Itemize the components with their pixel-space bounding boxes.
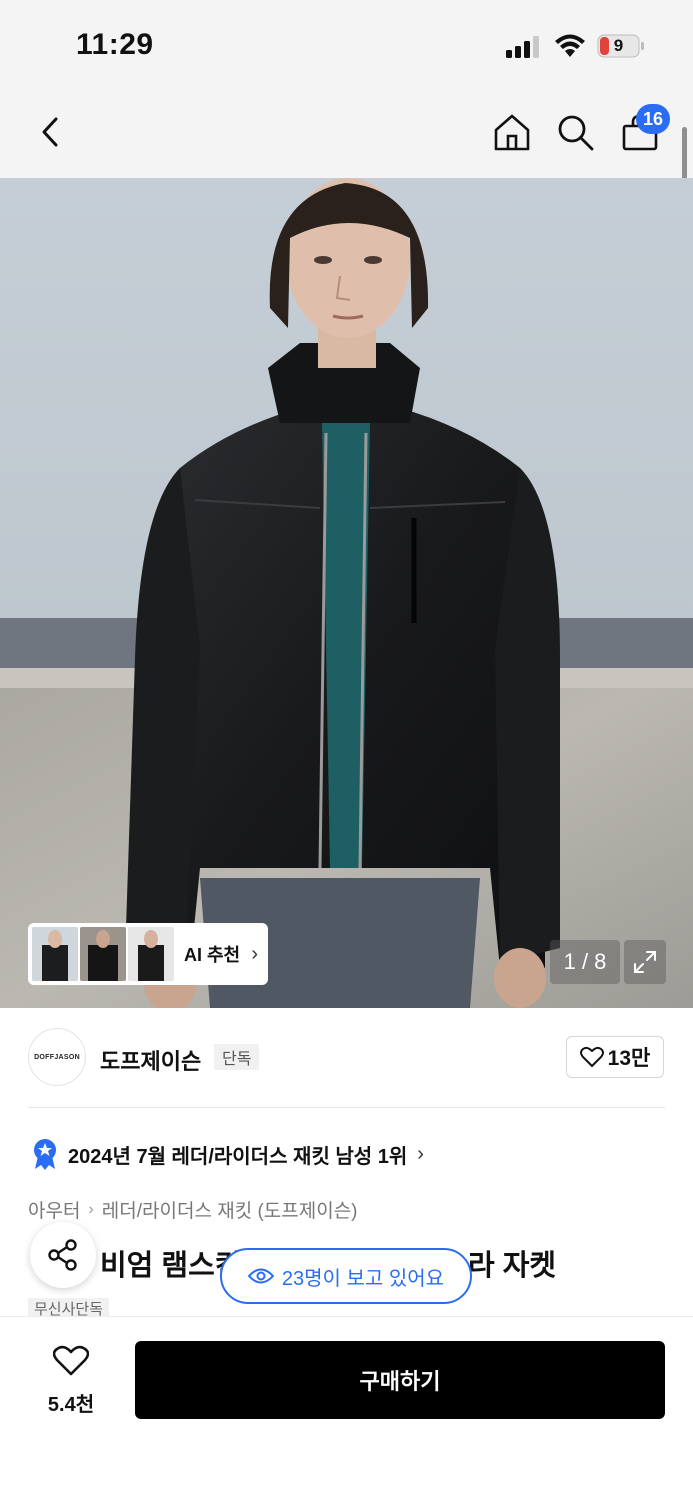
signal-icon	[506, 36, 539, 58]
product-image-gallery[interactable]	[0, 178, 693, 1008]
share-icon	[48, 1239, 77, 1271]
bottom-action-bar: 5.4천 구매하기	[0, 1316, 693, 1500]
heart-icon	[579, 1046, 604, 1067]
image-page-indicator: 1 / 8	[550, 940, 620, 984]
live-viewers-text: 23명이 보고 있어요	[281, 1267, 445, 1290]
battery-icon: 9	[597, 34, 645, 58]
buy-button[interactable]: 구매하기	[135, 1341, 665, 1419]
wishlist-button[interactable]: 5.4천	[36, 1345, 106, 1417]
ranking-badge-icon	[34, 1139, 56, 1170]
ai-recommendation-label: AI 추천	[184, 945, 241, 965]
brand-like-button[interactable]: 13만	[566, 1036, 664, 1078]
product-title-right: 라 자켓	[468, 1250, 557, 1282]
ranking-link[interactable]: 2024년 7월 레더/라이더스 재킷 남성 1위 ›	[32, 1137, 424, 1171]
chevron-left-icon	[42, 117, 58, 147]
ai-thumbnail	[80, 927, 126, 981]
home-icon	[494, 114, 530, 151]
breadcrumb-item[interactable]: 아우터	[28, 1196, 80, 1223]
brand-exclusive-tag: 단독	[214, 1044, 260, 1070]
ai-thumbnail	[32, 927, 78, 981]
chevron-right-icon: ›	[251, 943, 258, 965]
nav-bar	[0, 90, 693, 178]
ai-thumbnail	[128, 927, 174, 981]
home-button[interactable]	[490, 110, 534, 154]
eye-icon	[247, 1268, 274, 1284]
expand-icon	[634, 951, 656, 973]
status-bar: 11:29 9	[0, 0, 693, 90]
wishlist-count: 5.4천	[47, 1394, 95, 1416]
cart-count-badge: 16	[636, 104, 670, 134]
search-button[interactable]	[553, 110, 597, 154]
search-icon	[558, 115, 594, 151]
heart-icon	[52, 1345, 90, 1376]
status-time: 11:29	[76, 28, 154, 61]
product-photo	[0, 178, 693, 1008]
brand-name[interactable]: 도프제이슨	[100, 1044, 201, 1076]
chevron-right-icon: ›	[417, 1142, 424, 1165]
back-button[interactable]	[28, 110, 72, 154]
brand-row: DOFFJASON 도프제이슨 단독 13만	[0, 1008, 693, 1108]
share-button[interactable]	[30, 1222, 96, 1288]
breadcrumb: 아우터 › 레더/라이더스 재킷 (도프제이슨)	[28, 1196, 358, 1223]
ranking-text: 2024년 7월 레더/라이더스 재킷 남성 1위	[68, 1145, 408, 1168]
battery-level: 9	[613, 36, 624, 55]
breadcrumb-item[interactable]: 레더/라이더스 재킷 (도프제이슨)	[102, 1196, 358, 1223]
divider	[28, 1107, 665, 1108]
live-viewers-pill[interactable]: 23명이 보고 있어요	[220, 1248, 472, 1304]
brand-logo[interactable]: DOFFJASON	[28, 1028, 86, 1086]
wifi-icon	[555, 34, 585, 57]
expand-image-button[interactable]	[624, 940, 666, 984]
ai-recommendation-button[interactable]: AI 추천 ›	[28, 923, 268, 985]
chevron-right-icon: ›	[88, 1200, 94, 1218]
brand-like-count: 13만	[607, 1047, 651, 1070]
